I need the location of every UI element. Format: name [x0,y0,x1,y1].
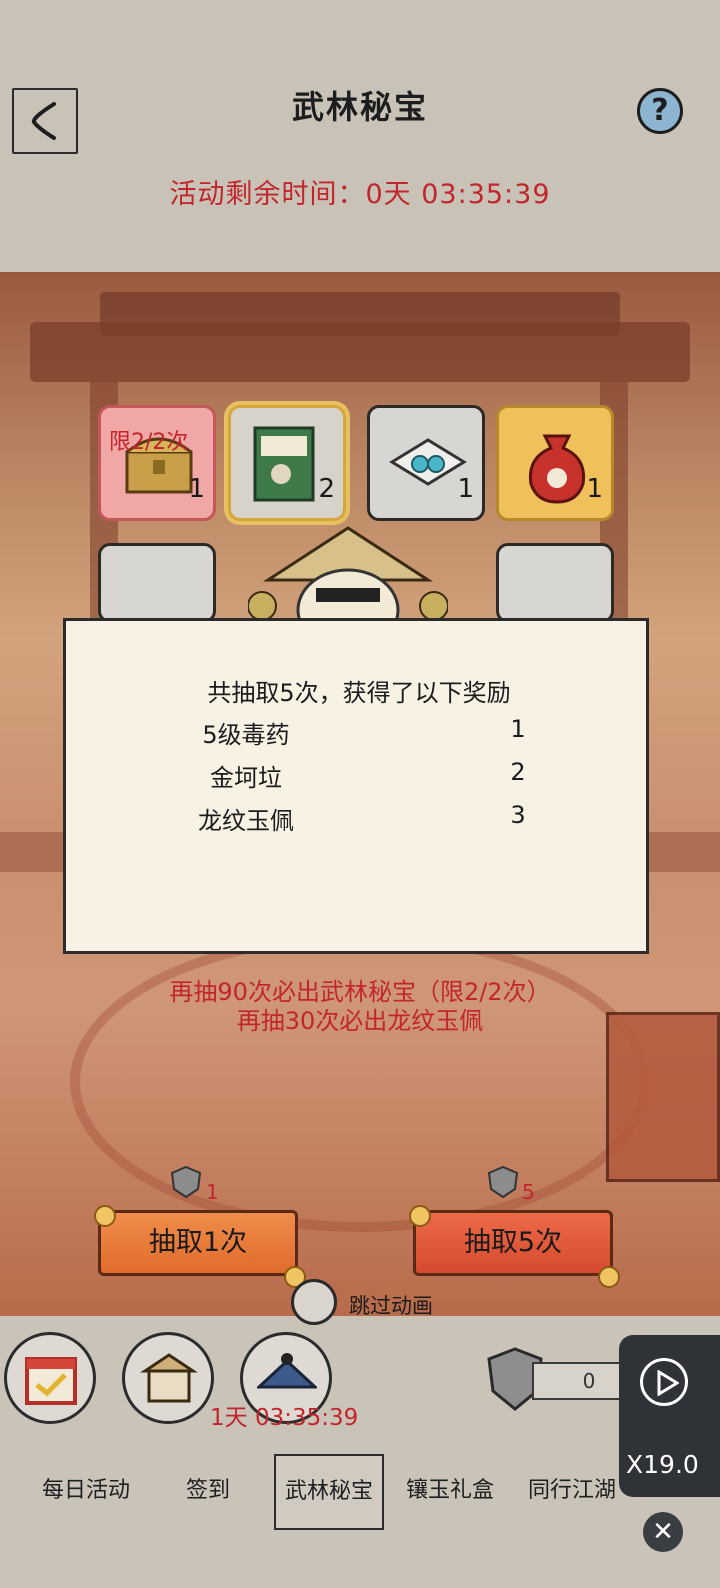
close-icon[interactable]: ✕ [643,1512,683,1552]
draw-five-button[interactable]: 抽取5次 [413,1210,613,1276]
five-draw-cost: 5 [522,1180,535,1204]
reward-dialog[interactable]: 共抽取5次，获得了以下奖励 5级毒药 1 金坷垃 2 龙纹玉佩 3 [63,618,649,954]
money-bag-icon [528,434,586,504]
prize-slot-jinkela: 2 [228,405,346,521]
next-refresh-timer: 1天 03:35:39 [210,1405,359,1431]
bottom-panel [0,1316,720,1588]
reward-name: 金坷垃 [210,764,282,792]
prize-slot-chest: 限2/2次 1 [98,405,216,521]
single-draw-cost: 1 [206,1180,219,1204]
prize-count: 2 [318,474,335,504]
shop-button[interactable] [122,1332,214,1424]
prize-count: 1 [457,474,474,504]
reward-row: 龙纹玉佩 3 [96,801,622,841]
reward-name: 5级毒药 [202,721,290,749]
jade-orbs-icon [389,438,467,486]
help-button[interactable]: ? [637,88,683,134]
reward-count: 3 [510,801,526,829]
shop-stall-icon [140,1353,198,1403]
prize-slot-pendant [98,543,216,623]
speed-multiplier: X19.0 [626,1450,699,1479]
play-button[interactable] [640,1358,688,1406]
reward-count: 1 [510,715,526,743]
token-shield-icon [170,1165,202,1199]
tab-bar: 每日活动 签到 武林秘宝 镶玉礼盒 同行江湖 [0,1454,620,1532]
play-icon [657,1370,679,1396]
pity-text-pendant: 再抽30次必出龙纹玉佩 [236,1007,484,1035]
reward-row: 5级毒药 1 [96,715,622,755]
prize-slot-orbs: 1 [367,405,485,521]
skip-animation-checkbox[interactable] [291,1279,337,1325]
calendar-check-icon [25,1357,77,1405]
prize-count: 1 [586,474,603,504]
tab-jade-giftbox[interactable]: 镶玉礼盒 [390,1472,510,1504]
prize-limit: 限2/2次 [109,430,189,455]
tab-wulin-treasure[interactable]: 武林秘宝 [274,1454,384,1530]
reward-count: 2 [510,758,526,786]
tab-fellows[interactable]: 同行江湖 [512,1472,632,1504]
skip-animation-label: 跳过动画 [349,1294,433,1318]
tab-checkin[interactable]: 签到 [148,1472,268,1504]
prize-slot-moneybag: 1 [496,405,614,521]
reward-name: 龙纹玉佩 [198,807,294,835]
status-strip [0,0,720,70]
reward-dialog-title: 共抽取5次，获得了以下奖励 [207,679,511,707]
calendar-button[interactable] [4,1332,96,1424]
prize-slot-contract [496,543,614,623]
draw-once-button[interactable]: 抽取1次 [98,1210,298,1276]
token-shield-icon [487,1165,519,1199]
activity-timer: 活动剩余时间：0天 03:35:39 [169,179,551,210]
tab-daily[interactable]: 每日活动 [26,1472,146,1504]
prize-count: 1 [188,474,205,504]
fertilizer-bag-icon [253,426,315,502]
page-title: 武林秘宝 [291,88,428,126]
reward-row: 金坷垃 2 [96,758,622,798]
